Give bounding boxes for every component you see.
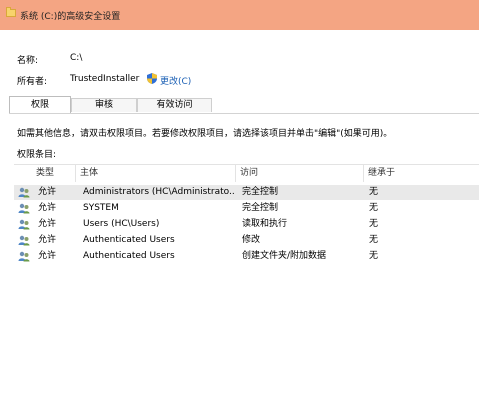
row-inherited-from: 无 bbox=[369, 251, 379, 261]
row-type: 允许 bbox=[38, 251, 57, 261]
row-access: 修改 bbox=[242, 235, 261, 245]
users-icon bbox=[18, 203, 30, 214]
row-principal: Users (HC\Users) bbox=[83, 219, 160, 229]
row-inherited-from: 无 bbox=[369, 219, 379, 229]
uac-shield-icon bbox=[147, 73, 157, 84]
name-label: 名称: bbox=[17, 56, 39, 66]
column-header-principal[interactable]: 主体 bbox=[76, 165, 236, 182]
row-type: 允许 bbox=[38, 203, 57, 213]
folder-icon bbox=[6, 7, 16, 17]
column-header-type[interactable]: 类型 bbox=[32, 165, 76, 182]
owner-label: 所有者: bbox=[17, 77, 48, 87]
row-inherited-from: 无 bbox=[369, 235, 379, 245]
users-icon bbox=[18, 187, 30, 198]
permission-entries-label: 权限条目: bbox=[17, 150, 57, 160]
row-type: 允许 bbox=[38, 219, 57, 229]
column-header-access[interactable]: 访问 bbox=[236, 165, 364, 182]
tab-permissions[interactable]: 权限 bbox=[9, 96, 71, 113]
info-text: 如需其他信息，请双击权限项目。若要修改权限项目，请选择该项目并单击"编辑"(如果… bbox=[17, 129, 393, 139]
window-title: 系统 (C:)的高级安全设置 bbox=[20, 12, 121, 22]
row-principal: Authenticated Users bbox=[83, 251, 175, 261]
row-principal: Authenticated Users bbox=[83, 235, 175, 245]
row-principal: Administrators (HC\Administrato... bbox=[83, 187, 235, 197]
tab-panel-border bbox=[9, 113, 479, 114]
tab-effective-access[interactable]: 有效访问 bbox=[137, 98, 212, 112]
table-row[interactable]: 允许 Users (HC\Users) 读取和执行 无 bbox=[14, 217, 479, 232]
permission-entries-list[interactable]: 类型 主体 访问 继承于 允许 Administrators (HC\Admin… bbox=[14, 164, 479, 419]
name-value: C:\ bbox=[70, 53, 83, 63]
row-access: 完全控制 bbox=[242, 187, 279, 197]
row-principal: SYSTEM bbox=[83, 203, 119, 213]
list-header: 类型 主体 访问 继承于 bbox=[14, 165, 479, 182]
change-owner-link[interactable]: 更改(C) bbox=[160, 74, 191, 87]
table-row[interactable]: 允许 Authenticated Users 修改 无 bbox=[14, 233, 479, 248]
users-icon bbox=[18, 219, 30, 230]
users-icon bbox=[18, 251, 30, 262]
column-header-inherited-from[interactable]: 继承于 bbox=[364, 165, 479, 182]
row-type: 允许 bbox=[38, 235, 57, 245]
users-icon bbox=[18, 235, 30, 246]
table-row[interactable]: 允许 Administrators (HC\Administrato... 完全… bbox=[14, 185, 479, 200]
row-type: 允许 bbox=[38, 187, 57, 197]
row-inherited-from: 无 bbox=[369, 203, 379, 213]
row-access: 创建文件夹/附加数据 bbox=[242, 251, 327, 261]
row-access: 读取和执行 bbox=[242, 219, 288, 229]
owner-value: TrustedInstaller bbox=[70, 74, 140, 84]
row-inherited-from: 无 bbox=[369, 187, 379, 197]
table-row[interactable]: 允许 Authenticated Users 创建文件夹/附加数据 无 bbox=[14, 249, 479, 264]
tab-auditing[interactable]: 审核 bbox=[71, 98, 137, 112]
row-access: 完全控制 bbox=[242, 203, 279, 213]
title-bar: 系统 (C:)的高级安全设置 bbox=[0, 0, 479, 30]
table-row[interactable]: 允许 SYSTEM 完全控制 无 bbox=[14, 201, 479, 216]
